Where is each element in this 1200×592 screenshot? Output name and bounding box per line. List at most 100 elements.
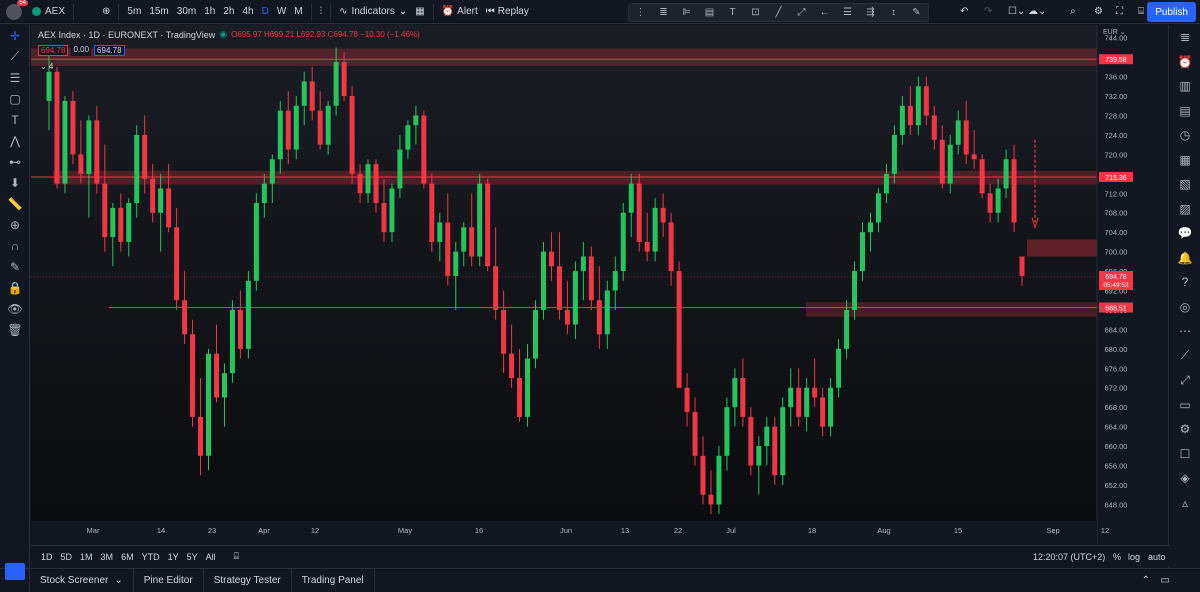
candle-body[interactable] (477, 183, 483, 257)
candle-body[interactable] (166, 188, 172, 228)
candle-body[interactable] (517, 378, 523, 417)
tab-stock-screener[interactable]: Stock Screener ⌄ (30, 568, 134, 592)
candle-body[interactable] (317, 110, 323, 145)
candle-body[interactable] (277, 110, 283, 160)
auto-toggle[interactable]: auto (1148, 552, 1166, 562)
candle-body[interactable] (229, 309, 235, 374)
candle-body[interactable] (485, 183, 491, 267)
range-5D[interactable]: 5D (57, 552, 77, 562)
candle-body[interactable] (947, 144, 953, 184)
candle-body[interactable] (70, 100, 76, 155)
candle-body[interactable] (891, 134, 897, 174)
percent-toggle[interactable]: % (1113, 552, 1121, 562)
candle-body[interactable] (548, 251, 554, 267)
fib-ext-icon[interactable]: ⇶ (859, 4, 882, 21)
layers-icon[interactable]: ◈ (1169, 466, 1200, 491)
candle-body[interactable] (413, 115, 419, 126)
magnet-icon[interactable]: ∩ (0, 235, 30, 256)
hotlist-icon[interactable]: ▤ (1169, 99, 1200, 124)
range-YTD[interactable]: YTD (138, 552, 164, 562)
arrow-left-icon[interactable]: ← (813, 4, 836, 21)
calendar-icon[interactable]: ◷ (1169, 123, 1200, 148)
candle-body[interactable] (509, 353, 515, 379)
candle-body[interactable] (668, 222, 674, 272)
candle-body[interactable] (126, 203, 132, 242)
candle-body[interactable] (676, 271, 682, 388)
candle-body[interactable] (78, 154, 84, 174)
range-All[interactable]: All (202, 552, 220, 562)
candle-body[interactable] (381, 203, 387, 233)
candle-body[interactable] (883, 173, 889, 194)
range-1D[interactable]: 1D (37, 552, 57, 562)
candle-body[interactable] (493, 266, 499, 310)
candle-body[interactable] (772, 426, 778, 476)
gear-icon[interactable]: ⚙ (1169, 417, 1200, 442)
candle-body[interactable] (540, 251, 546, 310)
interval-W[interactable]: W (273, 0, 290, 24)
candle-body[interactable] (46, 71, 52, 101)
candle-body[interactable] (341, 62, 347, 97)
trend-up-icon[interactable]: ⟋ (1169, 344, 1200, 369)
candle-body[interactable] (325, 105, 331, 145)
candle-body[interactable] (94, 120, 100, 184)
range-3M[interactable]: 3M (97, 552, 118, 562)
candle-body[interactable] (955, 120, 961, 145)
trend-line-icon[interactable]: ⟋ (0, 46, 30, 67)
log-toggle[interactable]: log (1128, 552, 1140, 562)
range-6M[interactable]: 6M (117, 552, 138, 562)
candle-body[interactable] (213, 353, 219, 398)
candle-body[interactable] (644, 241, 650, 252)
candle-body[interactable] (931, 115, 937, 140)
compare-add-icon[interactable]: ⊕ (98, 0, 114, 24)
candle-body[interactable] (875, 193, 881, 223)
candle-body[interactable] (756, 446, 762, 466)
lock-icon[interactable]: 🔒 (0, 277, 30, 298)
candle-body[interactable] (397, 149, 403, 189)
notifications-icon[interactable]: 🔔 (1169, 246, 1200, 271)
candle-body[interactable] (596, 300, 602, 335)
ticker-icon[interactable]: ▭ (1169, 393, 1200, 418)
fib-retracement-icon[interactable]: ☰ (0, 67, 30, 88)
candle-body[interactable] (309, 81, 315, 111)
candle-body[interactable] (118, 207, 124, 242)
candle-body[interactable] (867, 222, 873, 233)
candle-body[interactable] (804, 387, 810, 417)
candle-body[interactable] (349, 96, 355, 174)
candle-body[interactable] (836, 348, 842, 388)
news-icon[interactable]: ▦ (1169, 148, 1200, 173)
templates-icon[interactable]: ▦ (411, 0, 428, 24)
buy-price[interactable]: 694.78 (94, 45, 125, 56)
indicators-button[interactable]: ∿ Indicators ⌄ (335, 0, 411, 24)
candle-body[interactable] (389, 188, 395, 233)
prediction-tool-icon[interactable]: ⊷ (0, 151, 30, 172)
interval-5m[interactable]: 5m (123, 0, 145, 24)
chart-area[interactable]: 739.58715.36688.51EUR ⌄744.00740.00736.0… (31, 25, 1135, 545)
candle-body[interactable] (198, 416, 204, 456)
candle-body[interactable] (828, 387, 834, 427)
maximize-panel-icon[interactable]: ▭ (1161, 575, 1170, 586)
candle-body[interactable] (174, 227, 180, 301)
candle-body[interactable] (780, 407, 786, 476)
candle-body[interactable] (102, 183, 108, 238)
candle-body[interactable] (158, 188, 164, 213)
candle-body[interactable] (979, 159, 985, 194)
candle-body[interactable] (365, 164, 371, 194)
candle-body[interactable] (245, 280, 251, 349)
pencil-lock-icon[interactable]: ✎ (0, 256, 30, 277)
candle-body[interactable] (588, 256, 594, 301)
interval-30m[interactable]: 30m (173, 0, 200, 24)
candle-body[interactable] (971, 154, 977, 160)
candle-body[interactable] (820, 397, 826, 427)
ruler-icon[interactable]: 📏 (0, 193, 30, 214)
eye-icon[interactable]: 👁 (0, 298, 30, 319)
candle-body[interactable] (86, 120, 92, 174)
pitchfork-tool-icon[interactable]: ⊫ (675, 4, 698, 21)
camera-icon[interactable]: ⌸ (1134, 0, 1148, 24)
tab-strategy-tester[interactable]: Strategy Tester (204, 568, 292, 592)
candle-body[interactable] (445, 222, 451, 276)
text-tool-icon[interactable]: T (0, 109, 30, 130)
range-5Y[interactable]: 5Y (183, 552, 202, 562)
candle-body[interactable] (899, 105, 905, 135)
candle-body[interactable] (1011, 159, 1017, 223)
candle-body[interactable] (285, 110, 291, 150)
